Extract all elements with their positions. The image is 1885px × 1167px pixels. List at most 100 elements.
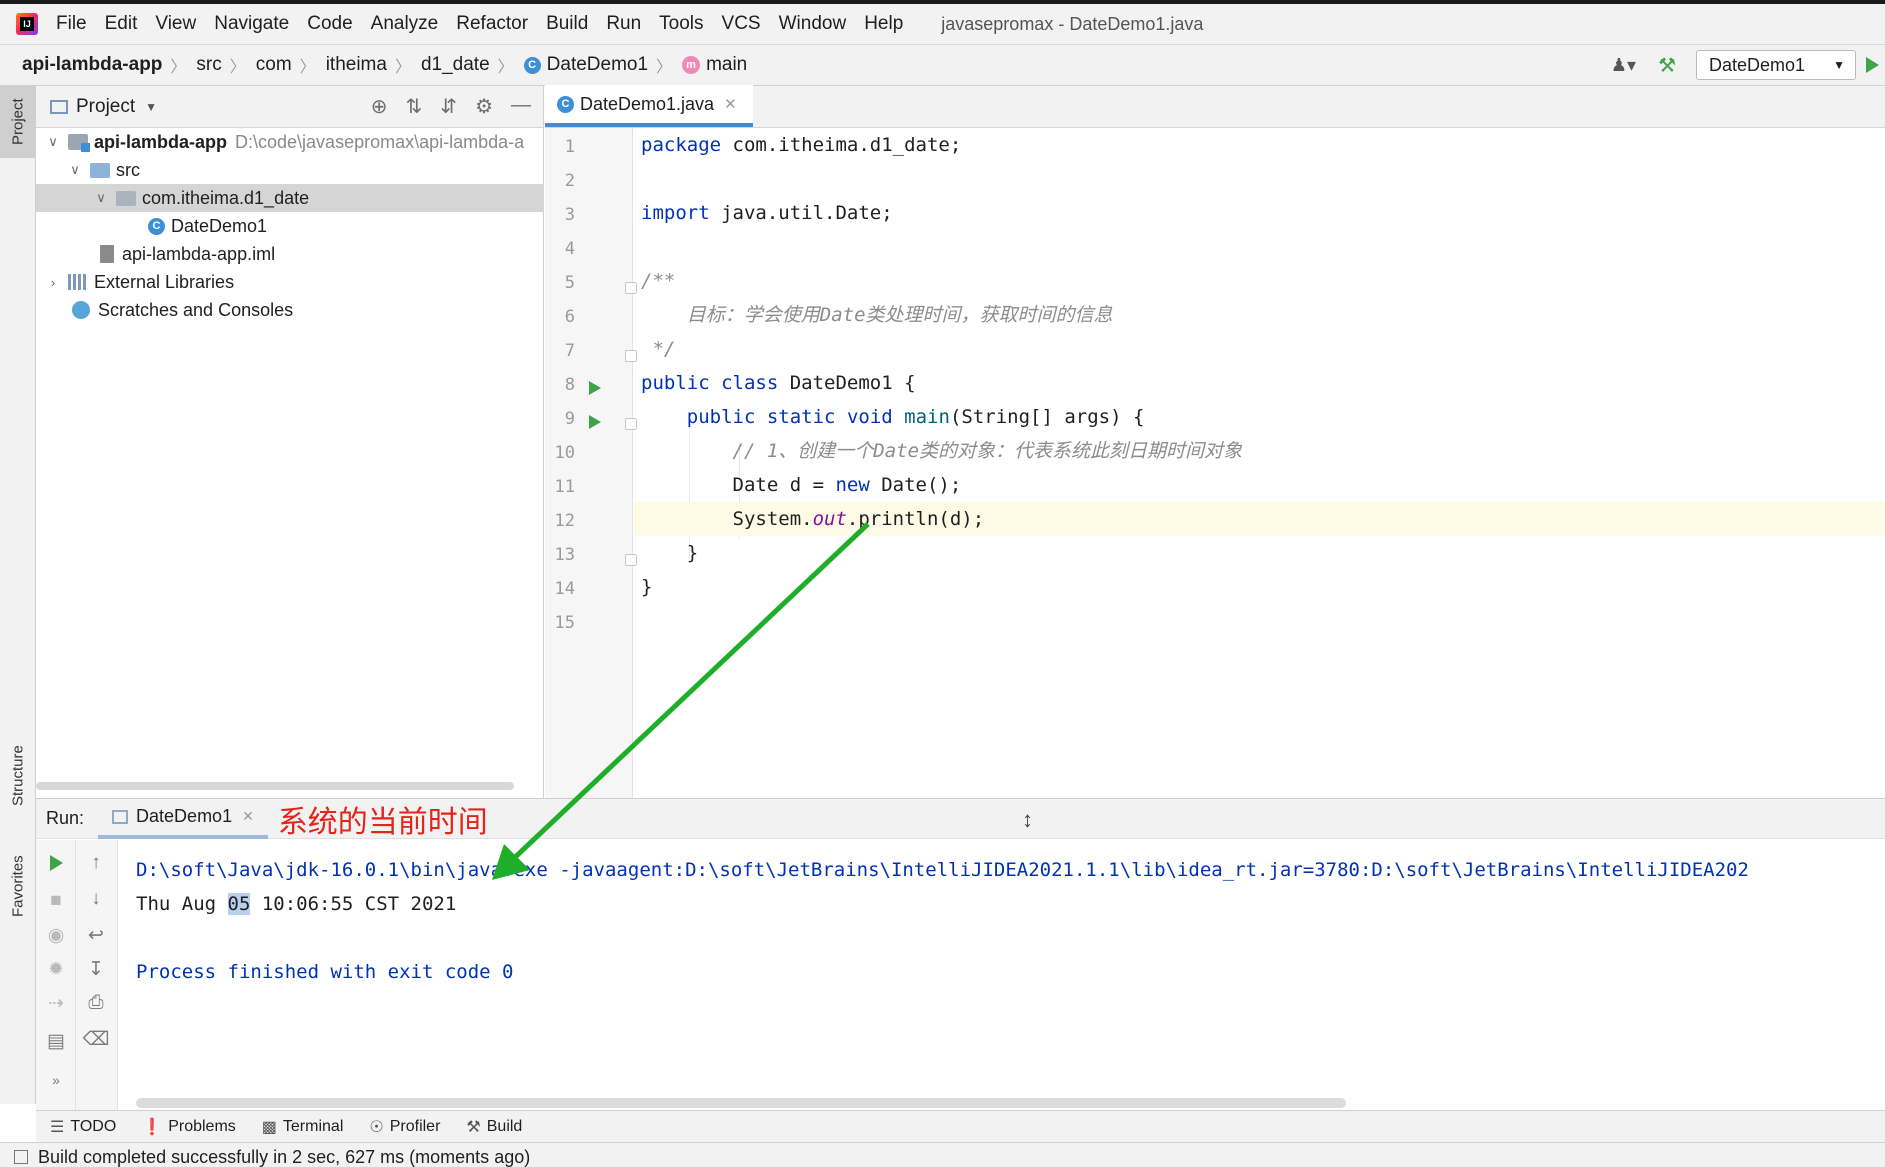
tree-item-external-libraries[interactable]: › External Libraries — [36, 268, 544, 296]
tree-item-src[interactable]: ∨ src — [36, 156, 544, 184]
menu-refactor[interactable]: Refactor — [456, 13, 528, 35]
breadcrumb-itheima[interactable]: itheima — [326, 54, 387, 76]
tab-structure[interactable]: Structure — [0, 726, 36, 826]
chevron-down-icon[interactable]: ∨ — [68, 162, 82, 178]
chevron-down-icon[interactable]: ▼ — [145, 100, 157, 114]
menu-navigate[interactable]: Navigate — [214, 13, 289, 35]
class-icon: C — [523, 56, 541, 74]
project-panel-title[interactable]: Project — [76, 96, 135, 118]
breadcrumb-d1-date[interactable]: d1_date — [421, 54, 490, 76]
console-horizontal-scrollbar[interactable] — [136, 1098, 1346, 1108]
arrow-up-icon[interactable]: ↑ — [76, 852, 116, 874]
code-token: new — [835, 474, 870, 496]
stop-icon[interactable]: ■ — [36, 890, 76, 912]
breadcrumb-src[interactable]: src — [196, 54, 221, 76]
tree-item-package[interactable]: ∨ com.itheima.d1_date — [36, 184, 544, 212]
tool-label: Terminal — [282, 1117, 344, 1135]
menu-view[interactable]: View — [155, 13, 196, 35]
tool-profiler[interactable]: ☉ Profiler — [369, 1117, 440, 1137]
menu-help[interactable]: Help — [864, 13, 903, 35]
chevron-down-icon[interactable]: ∨ — [94, 190, 108, 206]
bug-icon[interactable]: ✹ — [36, 958, 76, 981]
class-icon: C — [557, 95, 574, 113]
resize-handle-icon[interactable]: ↕ — [1022, 807, 1033, 833]
run-method-gutter-icon[interactable] — [589, 415, 601, 429]
line-number: 10 — [554, 443, 575, 463]
run-toolbar-secondary: ↑ ↓ ↩ ↧ ⎙ ⌫ — [76, 840, 118, 1111]
tree-item-class[interactable]: C DateDemo1 — [36, 212, 544, 240]
breadcrumb-method[interactable]: main — [706, 54, 747, 76]
run-tab-datedemo1[interactable]: DateDemo1 ✕ — [98, 799, 268, 839]
breadcrumb-class[interactable]: DateDemo1 — [547, 54, 648, 76]
menu-code[interactable]: Code — [307, 13, 352, 35]
menu-vcs[interactable]: VCS — [722, 13, 761, 35]
tree-item-label: DateDemo1 — [171, 215, 268, 236]
code-line: Date d = new Date(); — [634, 468, 1885, 502]
editor-gutter: 1 2 3 4 5 6 7 8 9 10 11 12 13 14 15 — [545, 128, 637, 798]
menu-window[interactable]: Window — [779, 13, 847, 35]
module-folder-icon — [68, 134, 90, 152]
code-area[interactable]: package com.itheima.d1_date; import java… — [634, 128, 1885, 798]
tab-project[interactable]: Project — [0, 86, 36, 158]
chevron-down-icon[interactable]: ∨ — [46, 134, 60, 150]
menu-tools[interactable]: Tools — [659, 13, 703, 35]
gear-icon[interactable]: ⚙ — [475, 94, 493, 119]
status-toggle-icon[interactable] — [14, 1150, 28, 1164]
code-token: import — [641, 202, 710, 224]
line-number: 12 — [554, 511, 575, 531]
hide-icon[interactable]: — — [511, 94, 531, 119]
class-icon: C — [148, 217, 165, 235]
tab-datedemo1-java[interactable]: C DateDemo1.java ✕ — [545, 85, 753, 127]
menu-edit[interactable]: Edit — [105, 13, 138, 35]
code-token: Date d = — [641, 474, 836, 496]
tree-item-scratches[interactable]: Scratches and Consoles — [36, 296, 544, 324]
breadcrumb-com[interactable]: com — [256, 54, 292, 76]
layout-icon[interactable]: ▤ — [36, 1030, 76, 1053]
tab-structure-label: Structure — [9, 745, 27, 807]
tool-terminal[interactable]: ▩ Terminal — [262, 1117, 344, 1137]
project-view-icon — [50, 99, 68, 114]
run-configuration-select[interactable]: DateDemo1 ▼ — [1696, 50, 1856, 80]
console-output[interactable]: D:\soft\Java\jdk-16.0.1\bin\java.exe -ja… — [136, 840, 1885, 1100]
camera-icon[interactable]: ◉ — [36, 924, 76, 947]
trash-icon[interactable]: ⌫ — [76, 1028, 116, 1051]
breadcrumb-separator-icon: 〉 — [299, 59, 316, 76]
tool-build[interactable]: ⚒ Build — [466, 1117, 522, 1137]
menu-analyze[interactable]: Analyze — [371, 13, 439, 35]
soft-wrap-icon[interactable]: ↩ — [76, 924, 116, 947]
menu-build[interactable]: Build — [546, 13, 588, 35]
line-number: 11 — [554, 477, 575, 497]
run-icon[interactable] — [1866, 57, 1879, 73]
locate-icon[interactable]: ⊕ — [371, 94, 388, 119]
code-line: } — [641, 576, 653, 598]
project-horizontal-scrollbar[interactable] — [36, 782, 514, 790]
exit-icon[interactable]: ⇢ — [36, 992, 76, 1015]
more-icon[interactable]: » — [36, 1072, 76, 1088]
code-token: class — [721, 372, 779, 394]
menu-run[interactable]: Run — [606, 13, 641, 35]
tool-problems[interactable]: ❗ Problems — [142, 1117, 236, 1137]
code-token: com.itheima.d1_date; — [721, 134, 962, 156]
tab-favorites[interactable]: Favorites — [0, 836, 36, 936]
collapse-all-icon[interactable]: ⇵ — [440, 94, 457, 119]
close-icon[interactable]: ✕ — [242, 808, 254, 825]
run-panel-header: Run: DateDemo1 ✕ 系统的当前时间 ↕ — [36, 799, 1885, 840]
tool-label: TODO — [70, 1117, 117, 1135]
chevron-right-icon[interactable]: › — [46, 275, 60, 290]
tree-item-module[interactable]: ∨ api-lambda-app D:\code\javasepromax\ap… — [36, 128, 544, 156]
tool-todo[interactable]: ☰ TODO — [50, 1117, 116, 1137]
user-icon[interactable]: ♟▾ — [1611, 55, 1636, 76]
arrow-down-icon[interactable]: ↓ — [76, 888, 116, 910]
code-line: // 1、创建一个Date类的对象：代表系统此刻日期时间对象 — [641, 440, 1243, 462]
run-class-gutter-icon[interactable] — [589, 381, 601, 395]
scroll-to-end-icon[interactable]: ↧ — [76, 958, 116, 981]
menu-file[interactable]: File — [56, 13, 87, 35]
rerun-icon[interactable] — [50, 855, 63, 871]
tree-item-iml[interactable]: api-lambda-app.iml — [36, 240, 544, 268]
close-icon[interactable]: ✕ — [724, 95, 737, 113]
print-icon[interactable]: ⎙ — [76, 992, 116, 1014]
breadcrumb-project[interactable]: api-lambda-app — [22, 54, 162, 76]
expand-all-icon[interactable]: ⇅ — [406, 94, 423, 119]
build-hammer-icon[interactable]: ⚒ — [1658, 53, 1676, 78]
